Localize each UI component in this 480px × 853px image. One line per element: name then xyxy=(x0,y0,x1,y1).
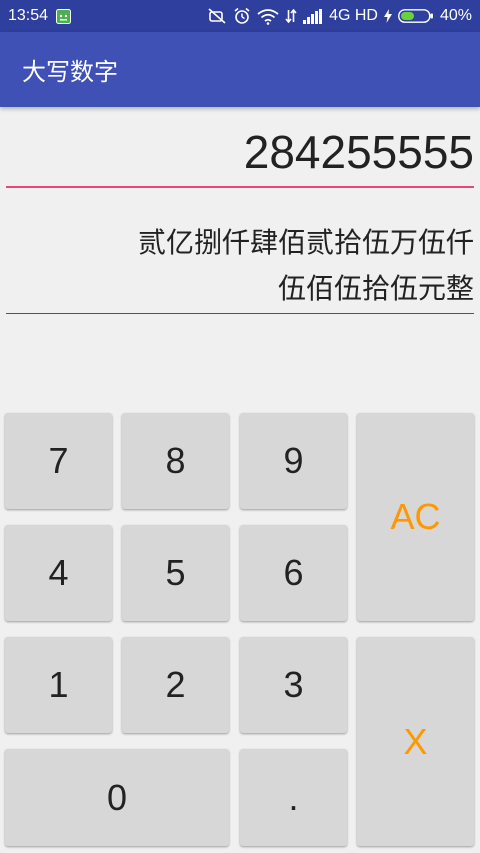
app-bar: 大写数字 xyxy=(0,32,480,107)
android-notification-icon xyxy=(56,8,72,24)
key-dot[interactable]: . xyxy=(240,749,347,846)
key-8[interactable]: 8 xyxy=(122,413,229,509)
alarm-icon xyxy=(233,7,251,25)
key-1[interactable]: 1 xyxy=(5,637,112,733)
status-bar: 13:54 4G HD 40% xyxy=(0,0,480,32)
charging-icon xyxy=(383,9,392,23)
app-title: 大写数字 xyxy=(22,58,118,86)
key-9[interactable]: 9 xyxy=(240,413,347,509)
key-3[interactable]: 3 xyxy=(240,637,347,733)
number-input[interactable] xyxy=(6,118,474,188)
result-line-2: 伍佰伍拾伍元整 xyxy=(277,272,474,305)
result-display: 贰亿捌仟肆佰贰拾伍万伍仟 伍佰伍拾伍元整 xyxy=(6,210,474,314)
mute-icon xyxy=(207,7,227,25)
network-type: 4G HD xyxy=(329,7,378,24)
status-time: 13:54 xyxy=(8,7,49,24)
data-transfer-icon xyxy=(285,8,297,24)
result-line-1: 贰亿捌仟肆佰贰拾伍万伍仟 xyxy=(137,226,474,259)
key-4[interactable]: 4 xyxy=(5,525,112,621)
key-7[interactable]: 7 xyxy=(5,413,112,509)
key-6[interactable]: 6 xyxy=(240,525,347,621)
clear-button[interactable]: AC xyxy=(357,413,474,621)
battery-level: 40% xyxy=(439,7,472,24)
wifi-icon xyxy=(257,8,279,25)
signal-icon xyxy=(303,8,323,24)
delete-button[interactable]: X xyxy=(357,637,474,846)
key-5[interactable]: 5 xyxy=(122,525,229,621)
key-0[interactable]: 0 xyxy=(5,749,229,846)
key-2[interactable]: 2 xyxy=(122,637,229,733)
battery-icon xyxy=(398,9,434,23)
